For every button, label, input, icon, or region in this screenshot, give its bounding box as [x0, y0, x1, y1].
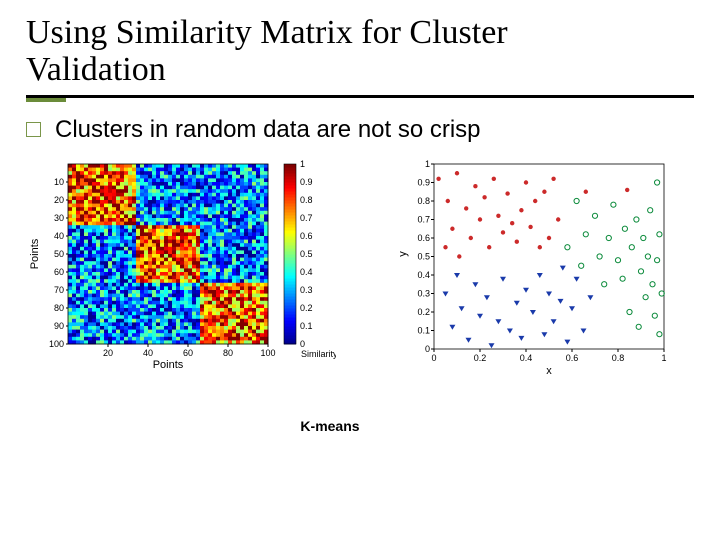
svg-text:0: 0 — [431, 353, 436, 363]
svg-text:20: 20 — [54, 195, 64, 205]
svg-text:70: 70 — [54, 285, 64, 295]
svg-text:1: 1 — [425, 159, 430, 169]
figure-row: 102030405060708090100 20406080100 Points… — [0, 154, 720, 384]
svg-text:100: 100 — [260, 348, 275, 358]
svg-text:1: 1 — [300, 159, 305, 169]
svg-text:0.8: 0.8 — [417, 196, 430, 206]
svg-text:40: 40 — [54, 231, 64, 241]
svg-text:80: 80 — [223, 348, 233, 358]
svg-text:100: 100 — [49, 339, 64, 349]
sm-ylabel: Points — [29, 238, 41, 269]
svg-text:0.2: 0.2 — [417, 307, 430, 317]
svg-text:0.1: 0.1 — [300, 321, 313, 331]
svg-text:0.6: 0.6 — [300, 231, 313, 241]
svg-text:0.2: 0.2 — [300, 303, 313, 313]
svg-text:80: 80 — [54, 303, 64, 313]
svg-text:0.7: 0.7 — [417, 214, 430, 224]
similarity-matrix-figure: 102030405060708090100 20406080100 Points… — [26, 154, 336, 384]
title-line1: Using Similarity Matrix for Cluster — [26, 14, 508, 51]
svg-text:10: 10 — [54, 177, 64, 187]
svg-text:90: 90 — [54, 321, 64, 331]
title-rule — [26, 95, 694, 98]
svg-text:0.4: 0.4 — [300, 267, 313, 277]
svg-text:60: 60 — [183, 348, 193, 358]
similarity-matrix-svg: 102030405060708090100 20406080100 Points… — [26, 154, 336, 384]
cbar-label: Similarity — [301, 349, 336, 359]
figure-caption: K-means — [0, 384, 720, 434]
svg-text:50: 50 — [54, 249, 64, 259]
page-title: Using Similarity Matrix for Cluster Vali… — [0, 0, 720, 93]
scatter-figure: 0 0.1 0.2 0.3 0.4 0.5 0.6 0.7 0.8 0.9 1 0 0.2 0.4 0.6… — [396, 154, 686, 384]
svg-text:0.5: 0.5 — [417, 251, 430, 261]
scatter-xlabel: x — [546, 365, 552, 377]
svg-text:30: 30 — [54, 213, 64, 223]
scatter-ylabel: y — [397, 251, 409, 257]
svg-text:20: 20 — [103, 348, 113, 358]
svg-text:0.9: 0.9 — [417, 177, 430, 187]
svg-text:0.8: 0.8 — [300, 195, 313, 205]
svg-text:0.2: 0.2 — [474, 353, 487, 363]
svg-text:60: 60 — [54, 267, 64, 277]
svg-text:1: 1 — [661, 353, 666, 363]
svg-text:0.1: 0.1 — [417, 325, 430, 335]
bullet-text: Clusters in random data are not so crisp — [55, 116, 481, 144]
svg-text:0.9: 0.9 — [300, 177, 313, 187]
sm-xlabel: Points — [153, 359, 184, 371]
scatter-svg: 0 0.1 0.2 0.3 0.4 0.5 0.6 0.7 0.8 0.9 1 0 0.2 0.4 0.6… — [396, 154, 686, 384]
svg-text:40: 40 — [143, 348, 153, 358]
svg-text:0.4: 0.4 — [520, 353, 533, 363]
title-line2: Validation — [26, 51, 166, 88]
bullet-item: Clusters in random data are not so crisp — [0, 98, 720, 154]
svg-text:0.3: 0.3 — [417, 288, 430, 298]
svg-text:0.6: 0.6 — [566, 353, 579, 363]
svg-text:0.7: 0.7 — [300, 213, 313, 223]
svg-text:0: 0 — [300, 339, 305, 349]
svg-text:0: 0 — [425, 344, 430, 354]
svg-text:0.6: 0.6 — [417, 233, 430, 243]
svg-text:0.5: 0.5 — [300, 249, 313, 259]
svg-text:0.8: 0.8 — [612, 353, 625, 363]
svg-text:0.3: 0.3 — [300, 285, 313, 295]
svg-text:0.4: 0.4 — [417, 270, 430, 280]
bullet-square-icon — [26, 122, 41, 137]
